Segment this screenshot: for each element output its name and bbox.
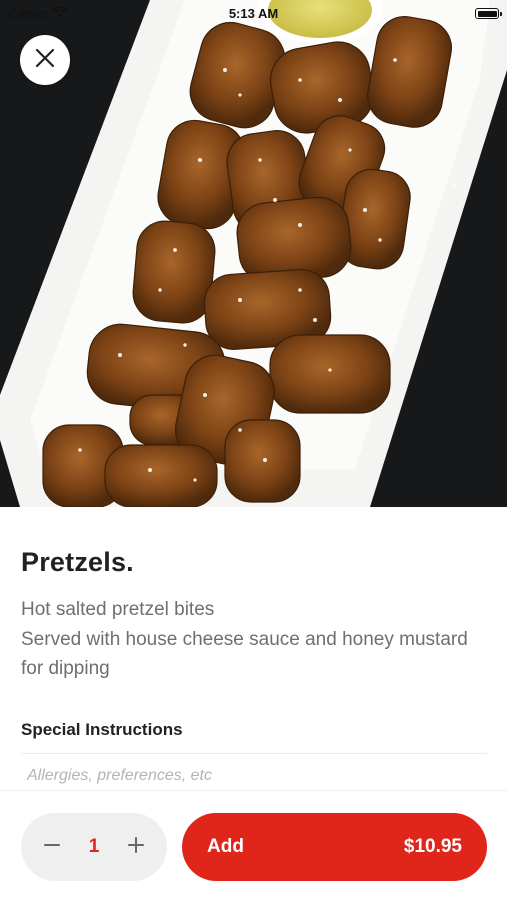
quantity-value: 1 — [88, 836, 100, 857]
item-title: Pretzels. — [21, 547, 134, 577]
close-button[interactable] — [20, 35, 70, 85]
status-time: 5:13 AM — [228, 6, 279, 21]
item-detail-screen: Carrier 5:13 AM Pretzels. Hot salted pre… — [0, 0, 507, 900]
special-instructions-input[interactable] — [21, 762, 487, 790]
decrease-quantity-button[interactable] — [39, 834, 65, 860]
plus-icon — [127, 836, 145, 859]
item-photo — [0, 0, 507, 507]
order-bar: 1 Add $10.95 — [0, 790, 507, 900]
status-bar: Carrier 5:13 AM — [0, 0, 507, 28]
add-to-cart-button[interactable]: Add $10.95 — [182, 813, 487, 881]
increase-quantity-button[interactable] — [123, 834, 149, 860]
add-button-price: $10.95 — [403, 836, 462, 857]
battery-icon — [475, 8, 502, 19]
add-button-label: Add — [207, 836, 244, 857]
quantity-stepper: 1 — [21, 813, 167, 881]
special-instructions-label: Special Instructions — [21, 720, 183, 739]
item-description: Hot salted pretzel bites Served with hou… — [21, 595, 481, 684]
minus-icon — [43, 836, 61, 859]
close-icon — [35, 48, 55, 73]
divider — [21, 753, 487, 754]
item-description-line-1: Hot salted pretzel bites — [21, 599, 215, 620]
item-description-line-2: Served with house cheese sauce and honey… — [21, 628, 468, 680]
